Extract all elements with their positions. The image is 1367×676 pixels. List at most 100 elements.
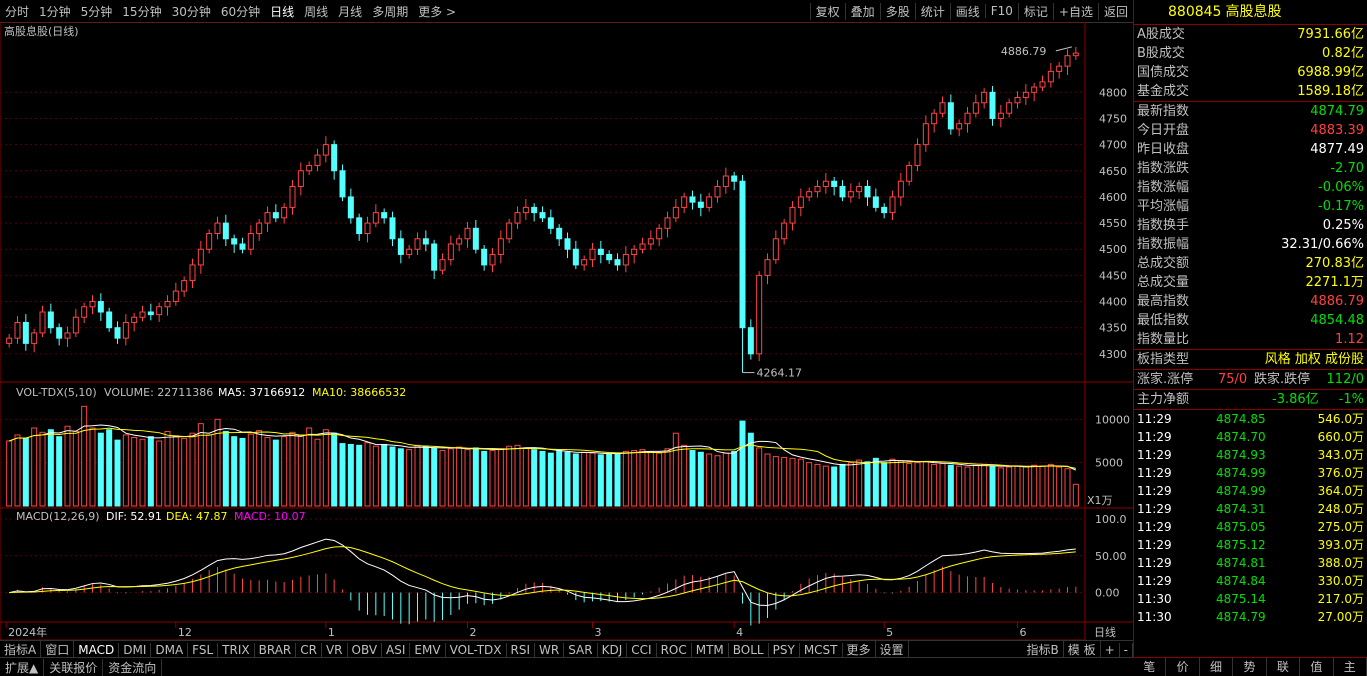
macd-legend-item: MACD: 10.07 <box>234 510 306 523</box>
candle-body <box>472 227 479 250</box>
tool-4[interactable]: 画线 <box>949 2 985 20</box>
indicator-tab-17[interactable]: KDJ <box>598 642 628 657</box>
timeframe-3[interactable]: 15分钟 <box>117 3 166 20</box>
tool-8[interactable]: 返回 <box>1097 2 1133 20</box>
volume-bar <box>522 447 529 507</box>
indicator-tab-24[interactable]: 更多 <box>843 641 876 658</box>
stat-value: 4874.79 <box>1310 104 1364 119</box>
timeframe-4[interactable]: 30分钟 <box>167 3 216 20</box>
panel-tab-3[interactable]: 势 <box>1233 658 1267 676</box>
indicator-tab-18[interactable]: CCI <box>627 642 657 657</box>
indicator-tab-4[interactable]: DMA <box>151 642 189 657</box>
panel-title: 880845 高股息股 <box>1134 0 1367 25</box>
volume-bar <box>772 456 779 507</box>
timeframe-9[interactable]: 多周期 <box>367 3 413 20</box>
panel-tab-0[interactable]: 笔 <box>1133 658 1167 676</box>
timeframe-1[interactable]: 1分钟 <box>34 3 76 20</box>
tool-5[interactable]: F10 <box>984 4 1018 18</box>
indicator-tab-25[interactable]: 设置 <box>876 641 909 658</box>
tick-list[interactable]: 11:29 4874.85 546.0万 11:29 4874.70 660.0万 11:2… <box>1134 409 1367 626</box>
timeframe-0[interactable]: 分时 <box>0 3 34 20</box>
tick-price: 4875.05 <box>1216 520 1266 534</box>
indicator-tab-8[interactable]: CR <box>296 642 322 657</box>
stat-row: 指数涨跌 -2.70 <box>1134 159 1367 178</box>
candle-body <box>256 222 263 235</box>
tick-row: 11:30 4874.79 27.00万 <box>1134 608 1367 626</box>
indicator-tab-0[interactable]: 指标A <box>0 641 42 658</box>
indicator-tab-1[interactable]: 窗口 <box>41 641 75 658</box>
timeframe-5[interactable]: 60分钟 <box>216 3 265 20</box>
volume-bar <box>231 436 238 507</box>
tool-3[interactable]: 统计 <box>914 2 950 20</box>
timeframe-6[interactable]: 日线 <box>265 3 299 20</box>
x-tick-label: 12 <box>178 626 192 639</box>
bottom-tab-1[interactable]: 关联报价 <box>44 658 104 676</box>
indicator-tab-14[interactable]: RSI <box>507 642 536 657</box>
chart-area[interactable]: 4300 4350 4400 4450 4500 4550 4600 4650 4700 4750… <box>0 22 1133 640</box>
stat-value: -0.06% <box>1318 180 1364 195</box>
indicator-tab-2[interactable]: MACD <box>74 642 120 657</box>
index-code: 880845 <box>1168 4 1222 20</box>
stat-row: 今日开盘 4883.39 <box>1134 121 1367 140</box>
candle-body <box>872 196 879 208</box>
indicator-tab-11[interactable]: ASI <box>382 642 411 657</box>
indicator-tab-7[interactable]: BRAR <box>255 642 297 657</box>
candle-body <box>56 327 63 339</box>
indicator-tab-21[interactable]: BOLL <box>729 642 769 657</box>
timeframe-7[interactable]: 周线 <box>299 3 333 20</box>
indicator-right-0[interactable]: 指标B <box>1023 641 1064 658</box>
tick-row: 11:30 4875.14 217.0万 <box>1134 590 1367 608</box>
timeframe-2[interactable]: 5分钟 <box>76 3 118 20</box>
indicator-tab-22[interactable]: PSY <box>769 642 800 657</box>
indicator-tab-16[interactable]: SAR <box>564 642 598 657</box>
candle-body <box>81 306 88 318</box>
candle-body <box>539 212 546 219</box>
indicator-right-1[interactable]: 模 板 <box>1064 641 1101 658</box>
tool-0[interactable]: 复权 <box>809 2 845 20</box>
indicator-tab-12[interactable]: EMV <box>410 642 446 657</box>
x-tick-label: 2024年 <box>8 625 47 639</box>
candle-body <box>381 212 388 219</box>
bottom-tab-0[interactable]: 扩展▲ <box>0 658 45 676</box>
timeframe-10[interactable]: 更多 > <box>413 3 461 20</box>
up-down-row: 涨家.涨停 75/0 跌家.跌停 112/0 <box>1134 369 1367 389</box>
volume-bar <box>356 444 363 507</box>
indicator-tab-19[interactable]: ROC <box>657 642 692 657</box>
indicator-tab-10[interactable]: OBV <box>348 642 383 657</box>
volume-bar <box>6 440 13 507</box>
indicator-right-2[interactable]: + <box>1101 642 1120 657</box>
candle-body <box>639 243 646 250</box>
panel-tab-6[interactable]: 主 <box>1334 658 1367 676</box>
price-tick-label: 4800 <box>1099 86 1127 99</box>
tool-2[interactable]: 多股 <box>879 2 915 20</box>
candle-body <box>339 170 346 198</box>
stat-value: 2271.1万 <box>1305 275 1365 290</box>
candle-body <box>714 185 721 198</box>
candle-body <box>314 154 321 167</box>
indicator-tab-20[interactable]: MTM <box>692 642 729 657</box>
indicator-tab-23[interactable]: MCST <box>800 642 843 657</box>
volume-bar <box>547 452 554 507</box>
indicator-tab-9[interactable]: VR <box>322 642 348 657</box>
tool-1[interactable]: 叠加 <box>844 2 880 20</box>
x-tick-label: 6 <box>1020 626 1027 639</box>
panel-tab-4[interactable]: 联 <box>1267 658 1301 676</box>
bottom-tab-2[interactable]: 资金流向 <box>103 658 163 676</box>
stat-value: 1589.18亿 <box>1297 84 1364 99</box>
panel-tab-1[interactable]: 价 <box>1166 658 1200 676</box>
tool-7[interactable]: +自选 <box>1052 2 1098 20</box>
volume-bar <box>989 465 996 507</box>
indicator-tab-15[interactable]: WR <box>535 642 565 657</box>
indicator-tab-3[interactable]: DMI <box>119 642 152 657</box>
panel-tab-5[interactable]: 值 <box>1300 658 1334 676</box>
panel-tab-2[interactable]: 细 <box>1200 658 1234 676</box>
timeframe-8[interactable]: 月线 <box>333 3 367 20</box>
indicator-tab-13[interactable]: VOL-TDX <box>446 642 507 657</box>
volume-bar <box>731 450 738 507</box>
tool-6[interactable]: 标记 <box>1017 2 1053 20</box>
indicator-right-3[interactable]: - <box>1120 642 1133 657</box>
indicator-tab-5[interactable]: FSL <box>188 642 219 657</box>
tick-time: 11:29 <box>1137 412 1172 426</box>
indicator-tab-6[interactable]: TRIX <box>218 642 255 657</box>
tick-row: 11:29 4874.81 388.0万 <box>1134 554 1367 572</box>
